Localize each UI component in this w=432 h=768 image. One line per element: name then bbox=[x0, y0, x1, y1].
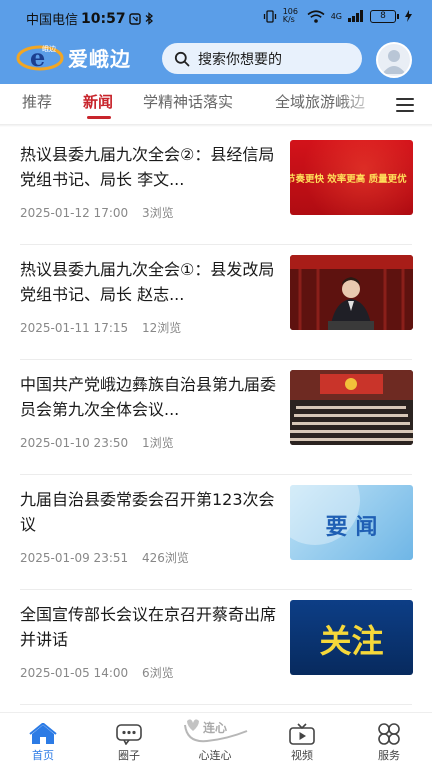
news-date: 2025-01-05 14:00 bbox=[20, 666, 129, 680]
news-views: 3浏览 bbox=[141, 206, 174, 220]
nav-label: 圈子 bbox=[118, 749, 140, 762]
app-name: 爱峨边 bbox=[68, 46, 131, 71]
news-item[interactable]: 中国共产党峨边彝族自治县第九届委员会第九次全体会议... 2025-01-10 … bbox=[0, 360, 432, 475]
channel-menu-icon[interactable] bbox=[396, 98, 414, 112]
thumb-label: 要 闻 bbox=[325, 514, 378, 540]
nav-label: 视频 bbox=[291, 749, 313, 762]
news-date: 2025-01-09 23:51 bbox=[20, 551, 129, 565]
news-thumbnail: 要 闻 bbox=[290, 485, 413, 560]
news-meta: 2025-01-05 14:00 6浏览 bbox=[20, 664, 184, 681]
nav-heart-link[interactable]: 连心 心连心 bbox=[184, 713, 248, 768]
chat-icon bbox=[116, 724, 142, 745]
news-thumbnail bbox=[290, 370, 413, 445]
time-text: 10:57 bbox=[81, 10, 126, 27]
news-thumbnail bbox=[290, 255, 413, 330]
news-date: 2025-01-10 23:50 bbox=[20, 436, 129, 450]
logo-small-text: 峨边 bbox=[42, 45, 56, 53]
news-meta: 2025-01-11 17:15 12浏览 bbox=[20, 319, 191, 336]
network-speed: 106 K/s bbox=[282, 7, 298, 24]
news-meta: 2025-01-10 23:50 1浏览 bbox=[20, 434, 184, 451]
news-item[interactable]: 九届自治县委常委会召开第123次会议 2025-01-09 23:51 426浏… bbox=[0, 475, 432, 590]
nav-video[interactable]: 视频 bbox=[272, 713, 332, 768]
vibrate-icon bbox=[263, 9, 276, 23]
tabs-divider bbox=[0, 124, 432, 127]
status-bar: 中国电信 10:57 106 K/s 4G 8 bbox=[0, 0, 432, 34]
news-thumbnail: 关注 bbox=[290, 600, 413, 675]
nav-label: 首页 bbox=[32, 749, 54, 762]
tab-news[interactable]: 新闻 bbox=[83, 91, 113, 112]
app-logo[interactable]: e 峨边 爱峨边 bbox=[16, 42, 131, 72]
nav-service[interactable]: 服务 bbox=[359, 713, 419, 768]
status-left: 中国电信 10:57 bbox=[26, 9, 154, 28]
app-header: e 峨边 爱峨边 搜索你想要的 bbox=[0, 34, 432, 84]
tabs-fade bbox=[340, 84, 380, 124]
signal-type: 4G bbox=[330, 11, 342, 21]
news-title: 全国宣传部长会议在京召开蔡奇出席并讲话 bbox=[20, 605, 276, 649]
thumb-label: 关注 bbox=[319, 622, 384, 660]
search-input[interactable]: 搜索你想要的 bbox=[162, 43, 362, 74]
news-date: 2025-01-11 17:15 bbox=[20, 321, 129, 335]
news-item[interactable]: 全国宣传部长会议在京召开蔡奇出席并讲话 2025-01-05 14:00 6浏览… bbox=[0, 590, 432, 705]
news-views: 1浏览 bbox=[141, 436, 174, 450]
tab-study-spirit[interactable]: 学精神话落实 bbox=[143, 91, 233, 112]
thumb-banner-text: 节奏更快 效率更高 质量更优 bbox=[290, 174, 407, 185]
tab-recommend[interactable]: 推荐 bbox=[22, 91, 52, 112]
search-icon bbox=[174, 51, 190, 66]
wifi-icon bbox=[307, 9, 325, 23]
nav-label: 服务 bbox=[378, 749, 400, 762]
nav-home[interactable]: 首页 bbox=[13, 713, 73, 768]
news-meta: 2025-01-12 17:00 3浏览 bbox=[20, 204, 184, 221]
status-right: 106 K/s 4G 8 bbox=[263, 8, 412, 24]
service-icon bbox=[378, 723, 400, 745]
home-icon bbox=[29, 723, 57, 744]
news-item[interactable]: 热议县委九届九次全会②：县经信局党组书记、局长 李文... 2025-01-12… bbox=[0, 130, 432, 245]
bluetooth-icon bbox=[145, 12, 153, 25]
battery-level: 8 bbox=[370, 9, 396, 23]
nav-circle[interactable]: 圈子 bbox=[99, 713, 159, 768]
signal-icon bbox=[348, 10, 363, 22]
avatar[interactable] bbox=[376, 42, 412, 78]
video-icon bbox=[289, 723, 315, 745]
heart-link-badge: 连心 bbox=[203, 721, 228, 735]
user-icon bbox=[382, 50, 406, 74]
charging-icon bbox=[405, 10, 412, 22]
news-title: 九届自治县委常委会召开第123次会议 bbox=[20, 490, 275, 534]
active-tab-indicator bbox=[87, 116, 111, 119]
bottom-nav: 首页 圈子 连心 心连心 视频 服务 bbox=[0, 712, 432, 768]
news-item[interactable]: 热议县委九届九次全会①：县发改局党组书记、局长 赵志... 2025-01-11… bbox=[0, 245, 432, 360]
carrier-text: 中国电信 bbox=[26, 13, 79, 28]
news-meta: 2025-01-09 23:51 426浏览 bbox=[20, 549, 199, 566]
news-title: 热议县委九届九次全会②：县经信局党组书记、局长 李文... bbox=[20, 145, 275, 189]
top-bar: 中国电信 10:57 106 K/s 4G 8 e 峨边 爱峨边 搜索你想要的 bbox=[0, 0, 432, 84]
news-views: 12浏览 bbox=[141, 321, 182, 335]
nav-label: 心连心 bbox=[198, 749, 232, 762]
news-thumbnail: 节奏更快 效率更高 质量更优 bbox=[290, 140, 413, 215]
logo-mark-icon: e 峨边 bbox=[16, 42, 64, 72]
news-date: 2025-01-12 17:00 bbox=[20, 206, 129, 220]
category-tabs: 推荐 新闻 学精神话落实 全域旅游峨边 bbox=[0, 84, 432, 124]
search-placeholder: 搜索你想要的 bbox=[198, 51, 282, 68]
battery-icon: 8 bbox=[370, 9, 399, 23]
news-views: 6浏览 bbox=[141, 666, 174, 680]
news-title: 中国共产党峨边彝族自治县第九届委员会第九次全体会议... bbox=[20, 375, 276, 419]
news-views: 426浏览 bbox=[141, 551, 189, 565]
nfc-icon bbox=[128, 12, 141, 25]
news-title: 热议县委九届九次全会①：县发改局党组书记、局长 赵志... bbox=[20, 260, 275, 304]
